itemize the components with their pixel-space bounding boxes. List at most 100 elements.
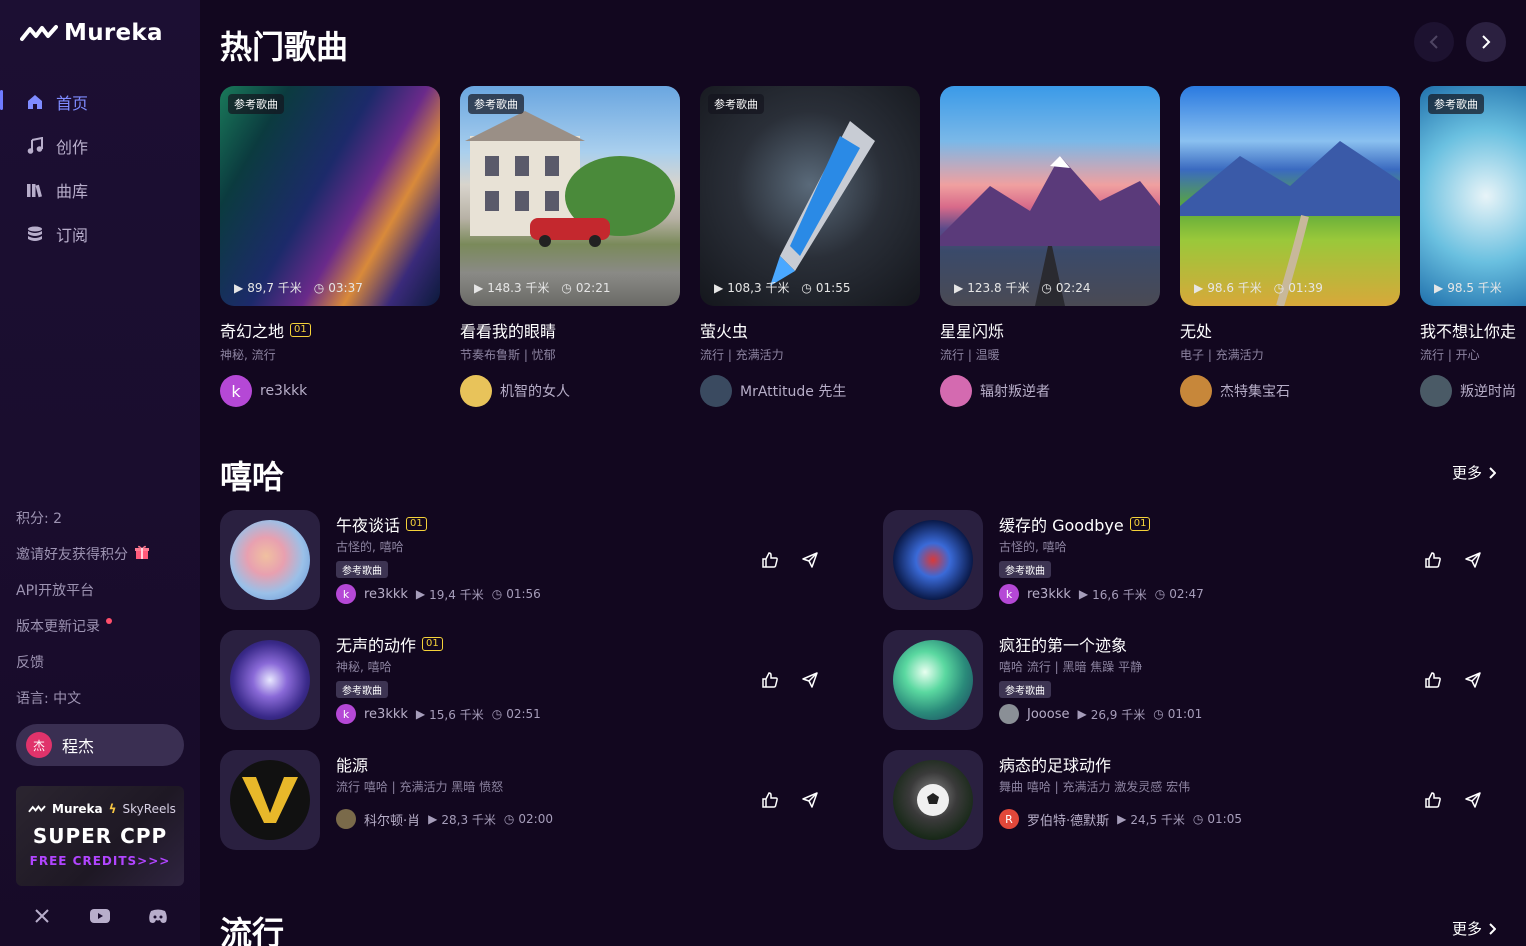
nav-item-subscribe[interactable]: 订阅 xyxy=(0,212,200,256)
song-author[interactable]: 杰特集宝石 xyxy=(1180,375,1400,407)
nav-item-library[interactable]: 曲库 xyxy=(0,168,200,212)
song-tags: 神秘, 嘻哈 xyxy=(336,660,392,674)
song-thumbnail[interactable] xyxy=(220,750,320,850)
song-title[interactable]: 我不想让你走 xyxy=(1420,320,1526,341)
nav-item-home[interactable]: 首页 xyxy=(0,80,200,124)
song-card[interactable]: ▶ 123.8 千米 ◷ 02:24 星星闪烁 流行 | 温暖 辐射叛逆者 xyxy=(940,86,1160,407)
changelog-link[interactable]: 版本更新记录 xyxy=(16,608,192,644)
share-button[interactable] xyxy=(800,670,820,690)
song-author[interactable]: 辐射叛逆者 xyxy=(940,375,1160,407)
play-icon: ▶ xyxy=(415,707,426,721)
song-card[interactable]: 参考歌曲 ▶ 108,3 千米 ◷ 01:55 萤火虫 流行 | 充满活力 MrAt… xyxy=(700,86,920,407)
carousel-next-button[interactable] xyxy=(1466,22,1506,62)
carousel-prev-button[interactable] xyxy=(1414,22,1454,62)
reference-badge: 参考歌曲 xyxy=(708,94,764,114)
more-link-hiphop[interactable]: 更多 xyxy=(1452,462,1496,483)
song-author[interactable]: k re3kkk xyxy=(220,375,440,407)
author-name[interactable]: re3kkk xyxy=(1027,587,1071,602)
song-title[interactable]: 奇幻之地 01 xyxy=(220,320,440,341)
song-thumbnail[interactable] xyxy=(883,750,983,850)
play-icon: ▶ xyxy=(428,812,438,826)
song-thumbnail[interactable] xyxy=(220,510,320,610)
duration-value: 01:01 xyxy=(1167,707,1203,721)
song-card[interactable]: 参考歌曲 ▶ 148.3 千米 ◷ 02:21 看看我的眼睛 节奏布鲁斯 | 忧郁 … xyxy=(460,86,680,407)
x-icon[interactable] xyxy=(30,904,54,928)
song-cover[interactable]: 参考歌曲 ▶ 108,3 千米 ◷ 01:55 xyxy=(700,86,920,306)
song-author[interactable]: MrAttitude 先生 xyxy=(700,375,920,407)
song-title[interactable]: 病态的足球动作 xyxy=(999,754,1399,775)
like-button[interactable] xyxy=(760,670,780,690)
share-button[interactable] xyxy=(1463,550,1483,570)
list-item[interactable]: 病态的足球动作 舞曲 嘻哈 | 充满活力 激发灵感 宏伟 R 罗伯特·德默斯 ▶… xyxy=(883,750,1483,852)
like-button[interactable] xyxy=(1423,550,1443,570)
song-title-text: 能源 xyxy=(336,756,369,775)
like-button[interactable] xyxy=(1423,790,1443,810)
chevron-right-icon xyxy=(1482,35,1491,49)
song-cover[interactable]: 参考歌曲 ▶ 89,7 千米 ◷ 03:37 xyxy=(220,86,440,306)
song-actions xyxy=(1423,790,1483,810)
share-button[interactable] xyxy=(800,550,820,570)
invite-link[interactable]: 邀请好友获得积分 xyxy=(16,536,192,572)
song-cover[interactable]: ▶ 123.8 千米 ◷ 02:24 xyxy=(940,86,1160,306)
like-button[interactable] xyxy=(1423,670,1443,690)
share-button[interactable] xyxy=(1463,670,1483,690)
cover-illustration xyxy=(770,121,875,286)
play-count: ▶ 19,4 千米 xyxy=(416,586,484,603)
language-selector[interactable]: 语言: 中文 xyxy=(16,680,192,716)
song-cover[interactable]: ▶ 98.6 千米 ◷ 01:39 xyxy=(1180,86,1400,306)
song-card[interactable]: 参考歌曲 ▶ 98.5 千米 我不想让你走 流行 | 开心 叛逆时尚 xyxy=(1420,86,1526,407)
song-thumbnail[interactable] xyxy=(883,630,983,730)
author-name: 叛逆时尚 xyxy=(1460,384,1516,400)
song-thumbnail[interactable] xyxy=(220,630,320,730)
list-item[interactable]: 缓存的 Goodbye 01 古怪的, 嘻哈 参考歌曲 k re3kkk ▶ 16,… xyxy=(883,510,1483,612)
song-title[interactable]: 午夜谈话 01 xyxy=(336,514,736,535)
points-label: 积分: 2 xyxy=(16,511,63,527)
song-tags: 流行 | 温暖 xyxy=(940,348,1000,362)
song-meta: k re3kkk ▶ 15,6 千米 ◷ 02:51 xyxy=(336,704,736,724)
author-name[interactable]: Jooose xyxy=(1027,707,1069,722)
song-title[interactable]: 缓存的 Goodbye 01 xyxy=(999,514,1399,535)
list-item[interactable]: 能源 流行 嘻哈 | 充满活力 黑暗 愤怒 科尔顿·肖 ▶ 28,3 千米 ◷ 02… xyxy=(220,750,820,852)
share-button[interactable] xyxy=(800,790,820,810)
more-link-pop[interactable]: 更多 xyxy=(1452,918,1496,939)
song-cover[interactable]: 参考歌曲 ▶ 98.5 千米 xyxy=(1420,86,1526,306)
song-title-text: 病态的足球动作 xyxy=(999,756,1112,775)
song-title[interactable]: 星星闪烁 xyxy=(940,320,1160,341)
author-name[interactable]: 罗伯特·德默斯 xyxy=(1027,810,1109,829)
song-title[interactable]: 疯狂的第一个迹象 xyxy=(999,634,1399,655)
song-title[interactable]: 萤火虫 xyxy=(700,320,920,341)
feedback-link[interactable]: 反馈 xyxy=(16,644,192,680)
song-author[interactable]: 叛逆时尚 xyxy=(1420,375,1526,407)
author-name: 机智的女人 xyxy=(500,384,570,400)
song-title[interactable]: 看看我的眼睛 xyxy=(460,320,680,341)
list-item[interactable]: 午夜谈话 01 古怪的, 嘻哈 参考歌曲 k re3kkk ▶ 19,4 千米 ◷ 0… xyxy=(220,510,820,612)
share-button[interactable] xyxy=(1463,790,1483,810)
duration: ◷ 01:05 xyxy=(1193,812,1242,826)
song-title[interactable]: 无处 xyxy=(1180,320,1400,341)
song-card[interactable]: ▶ 98.6 千米 ◷ 01:39 无处 电子 | 充满活力 杰特集宝石 xyxy=(1180,86,1400,407)
section-title-hiphop: 嘻哈 xyxy=(220,458,285,496)
like-button[interactable] xyxy=(760,550,780,570)
avatar: R xyxy=(999,809,1019,829)
song-title[interactable]: 无声的动作 01 xyxy=(336,634,736,655)
like-button[interactable] xyxy=(760,790,780,810)
author-name[interactable]: re3kkk xyxy=(364,587,408,602)
song-thumbnail[interactable] xyxy=(883,510,983,610)
api-link[interactable]: API开放平台 xyxy=(16,572,192,608)
promo-banner[interactable]: Mureka ϟ SkyReels SUPER CPP FREE CREDITS… xyxy=(16,786,184,886)
song-title[interactable]: 能源 xyxy=(336,754,736,775)
nav-item-create[interactable]: 创作 xyxy=(0,124,200,168)
author-name[interactable]: re3kkk xyxy=(364,707,408,722)
song-author[interactable]: 机智的女人 xyxy=(460,375,680,407)
song-cover[interactable]: 参考歌曲 ▶ 148.3 千米 ◷ 02:21 xyxy=(460,86,680,306)
discord-icon[interactable] xyxy=(146,904,170,928)
logo[interactable]: Mureka xyxy=(20,20,163,46)
user-profile-button[interactable]: 杰 程杰 xyxy=(16,724,184,766)
song-card[interactable]: 参考歌曲 ▶ 89,7 千米 ◷ 03:37 奇幻之地 01 神秘, 流行 k re3k… xyxy=(220,86,440,407)
list-item[interactable]: 无声的动作 01 神秘, 嘻哈 参考歌曲 k re3kkk ▶ 15,6 千米 ◷ 0… xyxy=(220,630,820,732)
section-title-pop: 流行 xyxy=(220,914,285,946)
list-item[interactable]: 疯狂的第一个迹象 嘻哈 流行 | 黑暗 焦躁 平静 参考歌曲 Jooose ▶ 2… xyxy=(883,630,1483,732)
author-name[interactable]: 科尔顿·肖 xyxy=(364,810,420,829)
clock-icon: ◷ xyxy=(491,707,503,721)
youtube-icon[interactable] xyxy=(88,904,112,928)
